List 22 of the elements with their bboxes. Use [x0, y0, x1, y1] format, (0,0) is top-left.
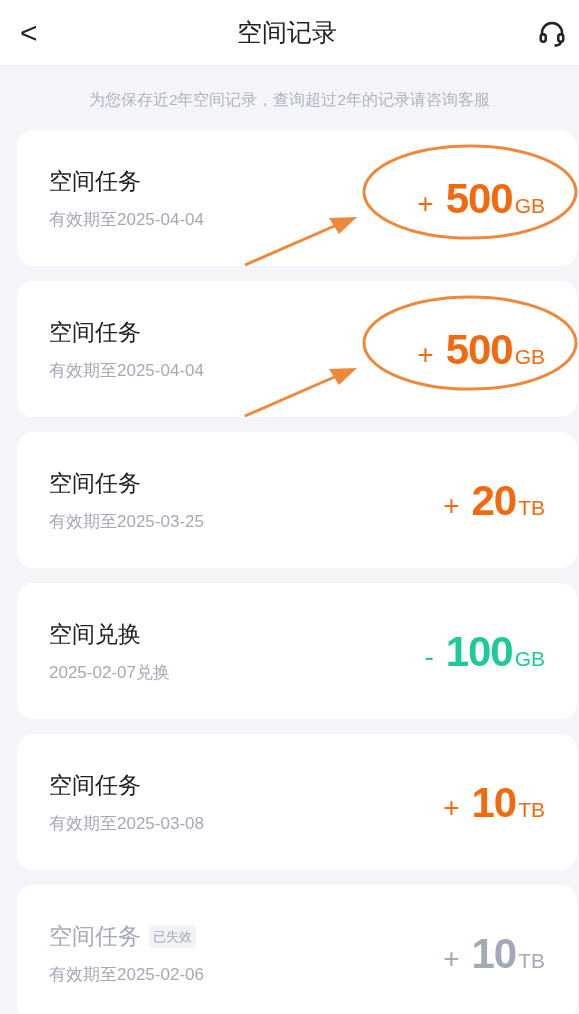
- amount-text: - 100GB: [424, 626, 545, 677]
- record-date: 有效期至2025-04-04: [49, 208, 204, 231]
- amount-text: + 500GB: [417, 324, 545, 375]
- record-title: 空间任务: [49, 469, 141, 499]
- record-date: 有效期至2025-04-04: [49, 359, 204, 382]
- record-date: 2025-02-07兑换: [49, 661, 170, 684]
- record-date: 有效期至2025-03-08: [49, 812, 204, 835]
- record-title: 空间任务: [49, 318, 141, 348]
- record-title: 空间兑换: [49, 620, 141, 650]
- amount-text: + 10TB: [443, 928, 545, 979]
- record-title: 空间任务: [49, 771, 141, 801]
- record-date: 有效期至2025-03-25: [49, 510, 204, 533]
- back-button[interactable]: <: [20, 17, 38, 48]
- record-title: 空间任务: [49, 167, 141, 197]
- record-title: 空间任务: [49, 922, 141, 952]
- amount-text: + 20TB: [443, 475, 545, 526]
- page-title: 空间记录: [237, 16, 338, 48]
- record-date: 有效期至2025-02-06: [49, 963, 204, 986]
- status-badge: 已失效: [149, 924, 196, 949]
- amount-text: + 500GB: [417, 173, 545, 224]
- amount-text: + 10TB: [443, 777, 545, 828]
- notice-text: 为您保存近2年空间记录，查询超过2年的记录请咨询客服: [87, 90, 492, 110]
